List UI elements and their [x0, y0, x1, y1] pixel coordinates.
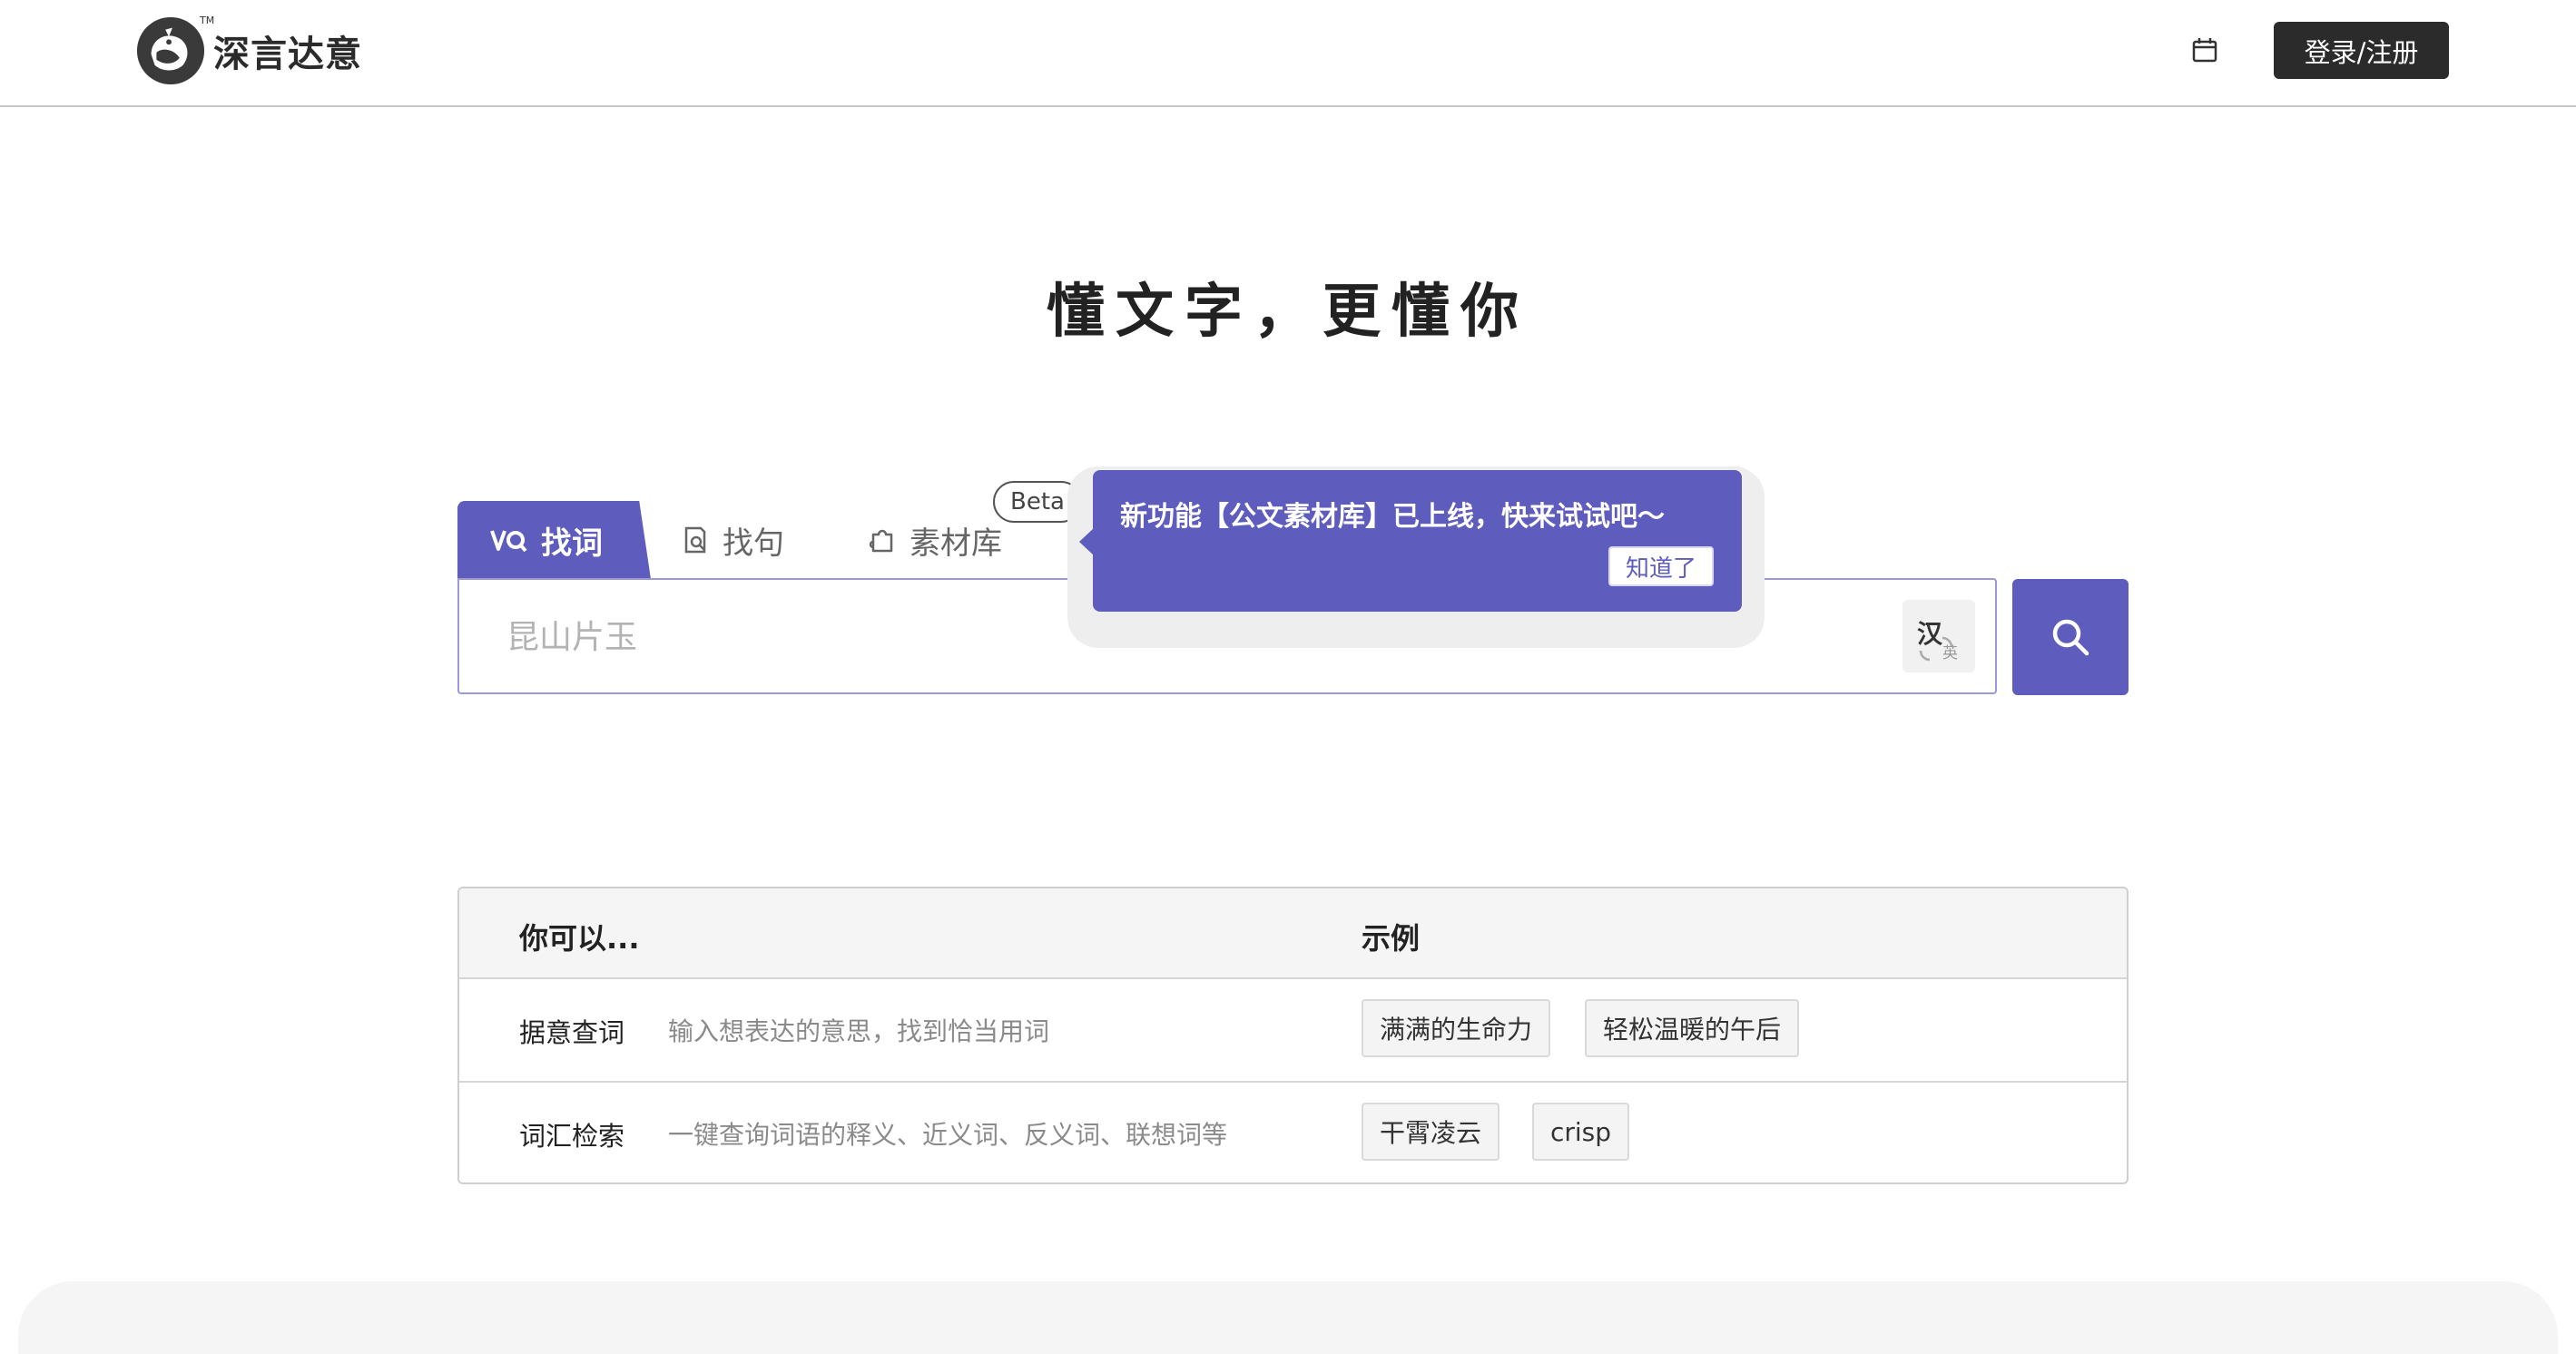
language-toggle-button[interactable]: 汉 英	[1903, 600, 1975, 672]
brand-logo[interactable]: 深言达意	[135, 15, 362, 87]
column-header-you-can: 你可以...	[519, 921, 640, 956]
footer-section	[18, 1281, 2558, 1354]
tab-label: 素材库	[909, 525, 1002, 562]
search-icon	[2052, 619, 2089, 656]
word-search-icon	[490, 525, 528, 554]
brand-name: 深言达意	[213, 34, 362, 75]
features-table-header: 你可以... 示例	[459, 888, 2127, 979]
features-table: 你可以... 示例 据意查词 输入想表达的意思，找到恰当用词 满满的生命力 轻松…	[457, 887, 2129, 1184]
tab-label: 找词	[541, 525, 603, 562]
example-chip[interactable]: 干霄凌云	[1362, 1103, 1500, 1161]
example-chip[interactable]: 满满的生命力	[1362, 999, 1551, 1057]
feature-description: 输入想表达的意思，找到恰当用词	[668, 1016, 1050, 1046]
tab-find-word[interactable]: 找词	[457, 501, 651, 579]
swap-arrows-icon	[1919, 636, 1953, 662]
puzzle-icon	[870, 525, 897, 554]
table-row: 词汇检索 一键查询词语的释义、近义词、反义词、联想词等 干霄凌云 crisp	[459, 1081, 2127, 1182]
whale-logo-icon	[136, 16, 205, 85]
new-feature-tooltip: 新功能【公文素材库】已上线，快来试试吧～ 知道了	[1093, 470, 1742, 612]
login-register-button[interactable]: 登录/注册	[2274, 22, 2449, 79]
example-chip[interactable]: 轻松温暖的午后	[1585, 999, 1800, 1057]
top-header: 深言达意 TM 登录/注册	[0, 0, 2576, 107]
feature-name: 词汇检索	[519, 1121, 625, 1152]
tooltip-dismiss-button[interactable]: 知道了	[1608, 546, 1714, 586]
table-row: 据意查词 输入想表达的意思，找到恰当用词 满满的生命力 轻松温暖的午后	[459, 977, 2127, 1083]
tab-material-library[interactable]: 素材库	[870, 501, 1002, 579]
lang-en-label: 英	[1942, 644, 1958, 662]
tooltip-arrow	[1079, 528, 1094, 555]
feature-name: 据意查词	[519, 1017, 625, 1048]
column-header-examples: 示例	[1362, 921, 1421, 956]
example-chip[interactable]: crisp	[1532, 1103, 1630, 1161]
page-slogan: 懂文字，更懂你	[1047, 278, 1529, 346]
feature-description: 一键查询词语的释义、近义词、反义词、联想词等	[668, 1120, 1228, 1150]
tab-label: 找句	[723, 525, 784, 562]
trademark-mark: TM	[200, 15, 215, 26]
calendar-icon[interactable]	[2191, 36, 2218, 64]
sentence-search-icon	[683, 525, 710, 554]
search-button[interactable]	[2012, 579, 2129, 695]
tab-find-sentence[interactable]: 找句	[683, 501, 784, 579]
tooltip-message: 新功能【公文素材库】已上线，快来试试吧～	[1120, 501, 1665, 533]
